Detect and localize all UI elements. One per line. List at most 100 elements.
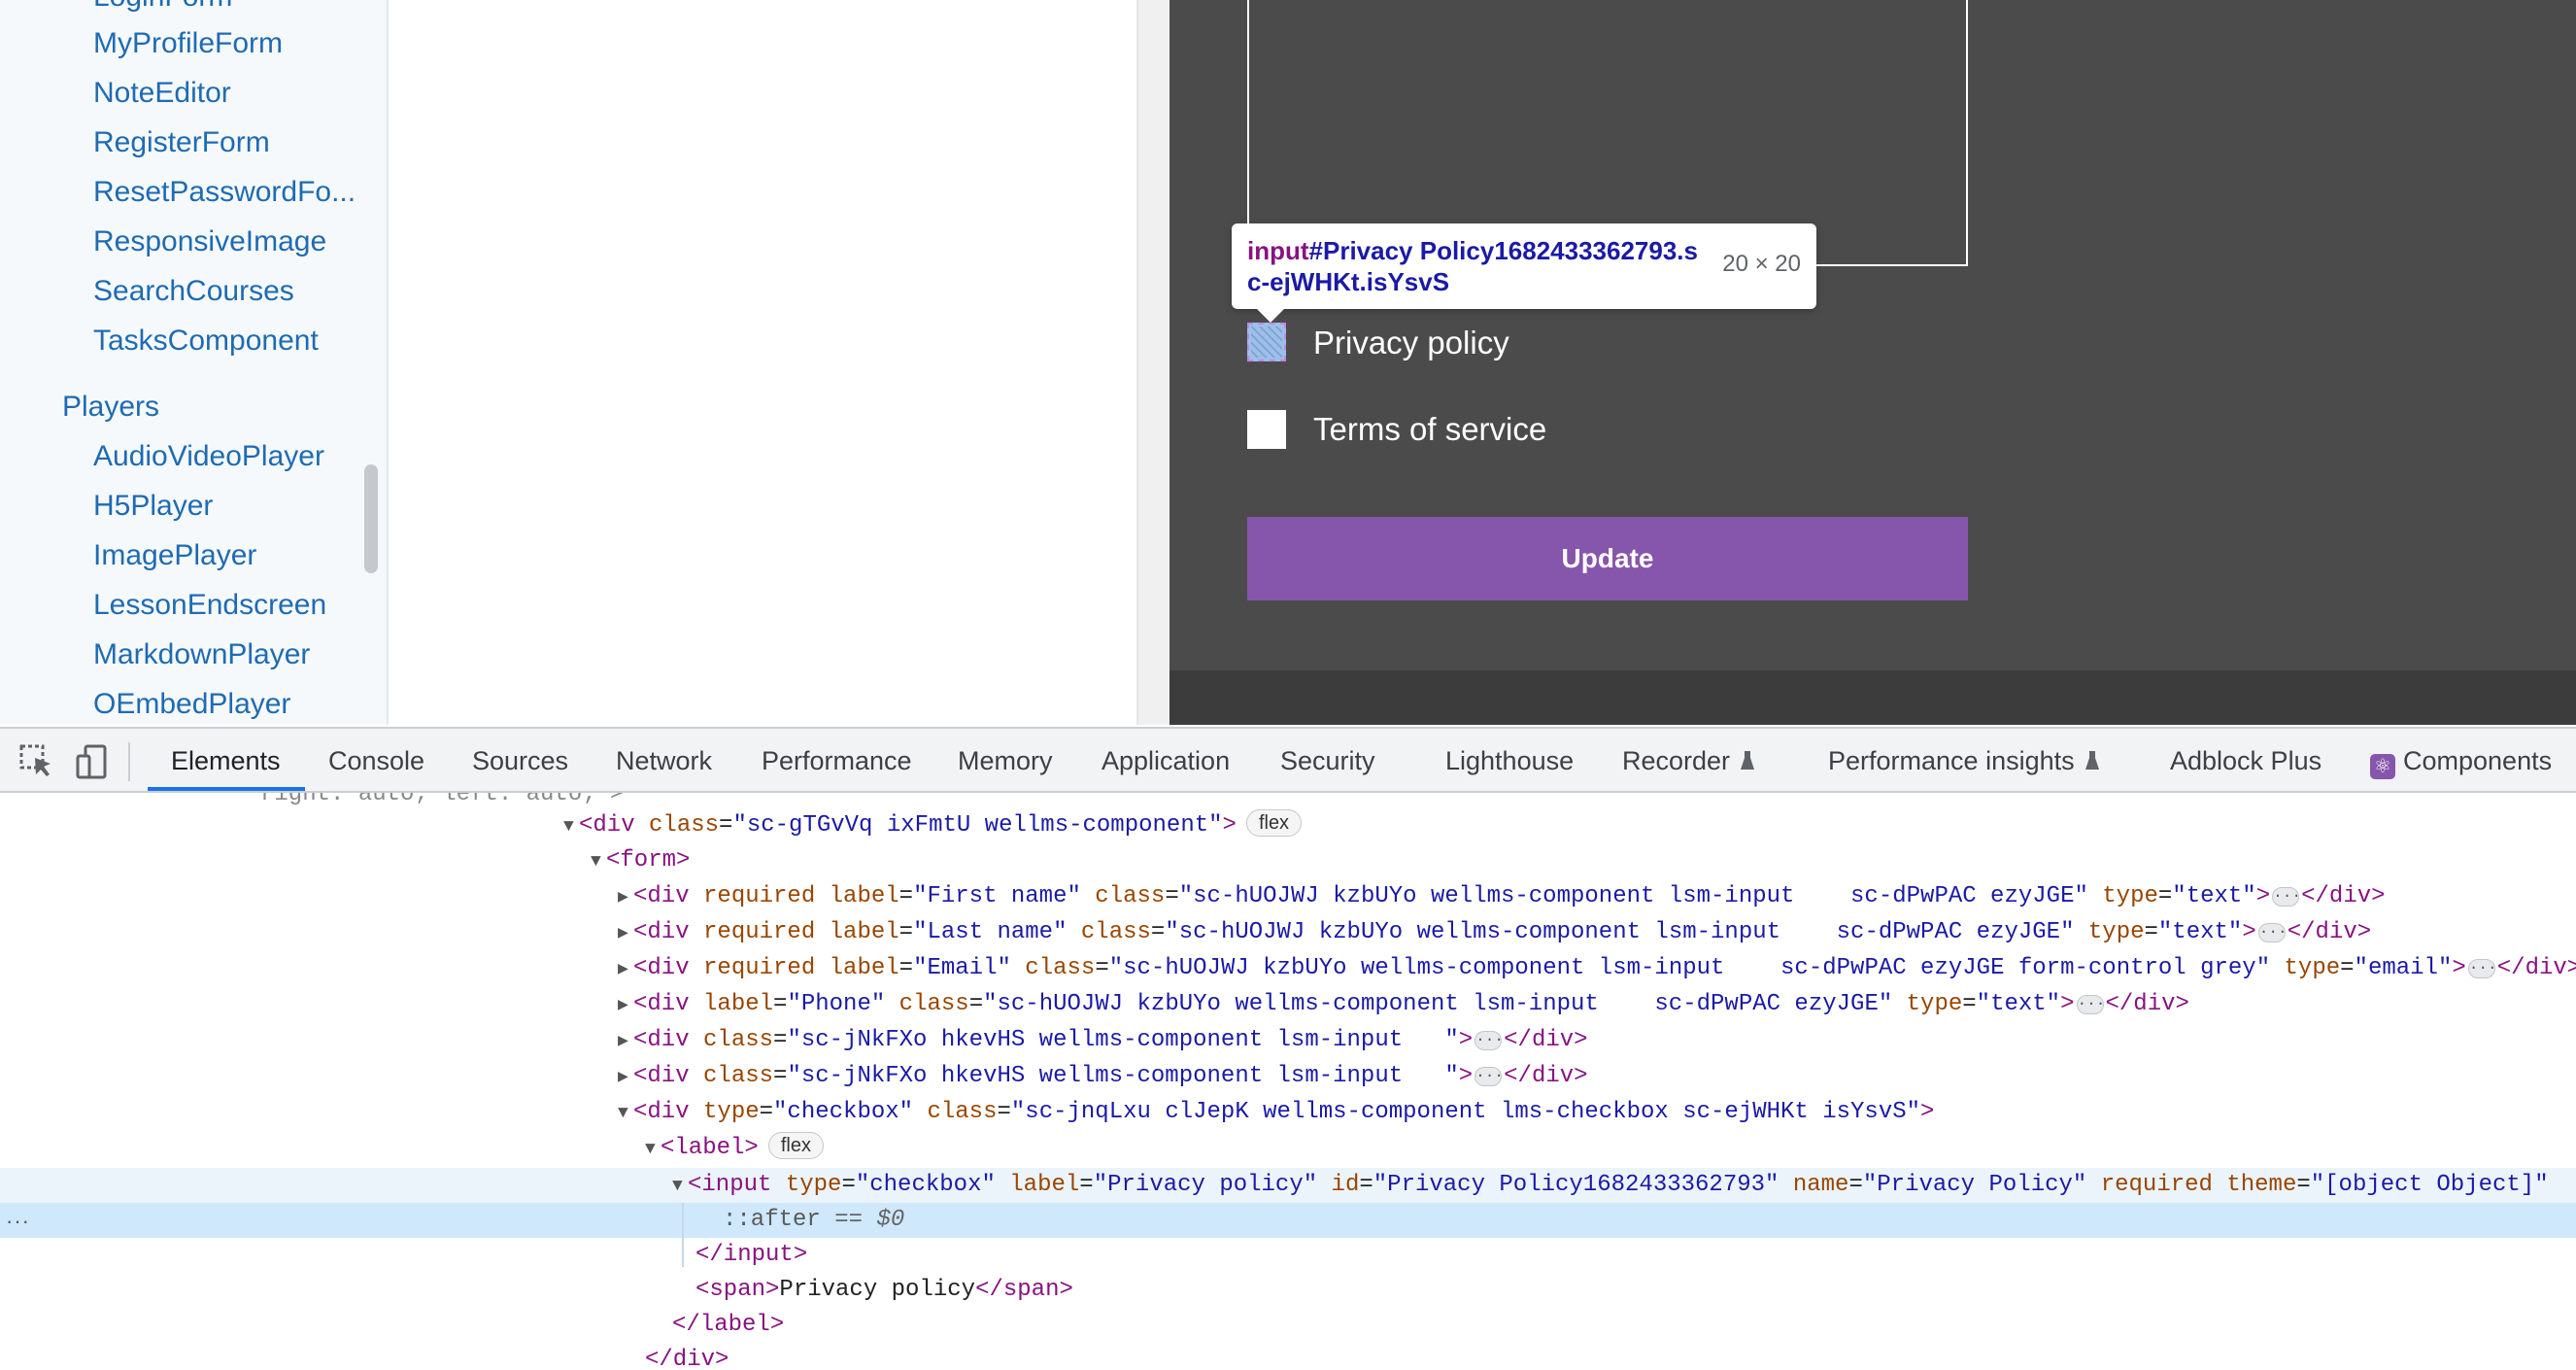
component-preview: Privacy policy Terms of service Update [1169, 0, 2576, 725]
expand-triangle-icon[interactable]: ▶ [618, 952, 633, 987]
dom-tree-node[interactable]: ▶ <div required label="First name" class=… [0, 879, 2576, 914]
tooltip-tag: input [1247, 236, 1309, 265]
expand-triangle-icon[interactable]: ▶ [618, 1060, 633, 1095]
dom-node-markup: ▶ <div required label="Email" class="sc-h… [618, 951, 2576, 987]
dom-node-markup: ::after == $0 [723, 1207, 905, 1233]
tab-lighthouse[interactable]: Lighthouse [1445, 746, 1574, 776]
sidebar-item-responsiveimage[interactable]: ResponsiveImage [93, 225, 326, 258]
collapse-triangle-icon[interactable]: ▼ [618, 1096, 633, 1131]
story-canvas [389, 0, 1136, 725]
tab-recorder[interactable]: Recorder [1622, 746, 1755, 776]
sidebar-group-players[interactable]: Players [62, 391, 159, 424]
preview-footer [1169, 670, 2576, 725]
sidebar-item-markdownplayer[interactable]: MarkdownPlayer [93, 638, 310, 671]
tab-performance-insights[interactable]: Performance insights [1828, 746, 2100, 776]
sidebar-scrollbar[interactable] [364, 464, 378, 573]
tooltip-selector: input#Privacy Policy1682433362793.sc-ejW… [1247, 235, 1704, 297]
tab-elements[interactable]: Elements [171, 746, 281, 776]
dom-tree-node[interactable]: ▶ <div class="sc-jNkFXo hkevHS wellms-com… [0, 1023, 2576, 1058]
expand-ellipsis[interactable]: ··· [2257, 923, 2288, 942]
sidebar-item-resetpasswordform[interactable]: ResetPasswordFo... [93, 176, 356, 209]
dom-node-markup: ▶ <div required label="First name" class=… [618, 879, 2386, 915]
dom-node-markup: </div> [645, 1347, 729, 1370]
tab-security[interactable]: Security [1280, 746, 1375, 776]
flex-badge[interactable]: flex [767, 1132, 824, 1159]
collapse-triangle-icon[interactable]: ▼ [563, 809, 579, 844]
selected-node-menu-icon[interactable]: ··· [6, 1209, 30, 1234]
dom-tree-node[interactable]: </label> [0, 1308, 2576, 1343]
dom-tree-node[interactable]: ▼ <div type="checkbox" class="sc-jnqLxu c… [0, 1095, 2576, 1130]
dom-node-markup: ▶ <div class="sc-jNkFXo hkevHS wellms-com… [618, 1059, 1588, 1095]
sidebar-item-registerform[interactable]: RegisterForm [93, 126, 270, 159]
tab-recorder-label: Recorder [1622, 746, 1731, 775]
toolbar-separator [128, 742, 130, 781]
dom-tree-node[interactable]: ▶ <div required label="Email" class="sc-h… [0, 951, 2576, 986]
dom-tree-node[interactable]: <span>Privacy policy</span> [0, 1273, 2576, 1308]
expand-ellipsis[interactable]: ··· [1474, 1067, 1504, 1086]
expand-ellipsis[interactable]: ··· [2272, 887, 2301, 907]
collapse-triangle-icon[interactable]: ▼ [645, 1132, 661, 1167]
sidebar-item-audiovideoplayer[interactable]: AudioVideoPlayer [93, 440, 324, 473]
dom-tree-node[interactable]: ▼ <input type="checkbox" label="Privacy p… [0, 1168, 2576, 1203]
tab-performance[interactable]: Performance [762, 746, 912, 776]
dom-tree-node[interactable]: ▶ <div class="sc-jNkFXo hkevHS wellms-com… [0, 1059, 2576, 1094]
tab-memory[interactable]: Memory [958, 746, 1053, 776]
active-tab-indicator [148, 787, 305, 791]
dom-tree-node[interactable]: </div> [0, 1343, 2576, 1370]
expand-triangle-icon[interactable]: ▶ [618, 988, 633, 1023]
sidebar-item-lessonendscreen[interactable]: LessonEndscreen [93, 589, 326, 622]
expand-triangle-icon[interactable]: ▶ [618, 880, 633, 915]
dom-tree-node[interactable]: </input> [0, 1238, 2576, 1273]
dom-node-markup: </input> [695, 1242, 808, 1268]
dom-tree-node[interactable]: ▶ <div label="Phone" class="sc-hUOJWJ kzb… [0, 987, 2576, 1022]
dom-tree-node[interactable]: ▶ <div required label="Last name" class="… [0, 915, 2576, 950]
update-button[interactable]: Update [1247, 517, 1968, 600]
tab-network[interactable]: Network [616, 746, 712, 776]
flex-badge[interactable]: flex [1245, 809, 1303, 837]
tab-components[interactable]: ⚛ Components [2370, 746, 2552, 779]
sidebar-item-loginform[interactable]: LoginForm [93, 0, 232, 14]
dom-tree-node[interactable]: ::after == $0 [0, 1203, 2576, 1238]
tab-performance-insights-label: Performance insights [1828, 746, 2075, 775]
dom-tree-node[interactable]: ▼ <form> [0, 843, 2576, 878]
dom-tree-node[interactable]: ▼ <label> flex [0, 1131, 2576, 1166]
devtools-toolbar: Elements Console Sources Network Perform… [0, 727, 2576, 793]
dom-node-markup: ▼ <div type="checkbox" class="sc-jnqLxu c… [618, 1095, 1934, 1131]
sidebar-item-oembedplayer[interactable]: OEmbedPlayer [93, 688, 290, 721]
terms-of-service-checkbox[interactable] [1247, 410, 1286, 449]
expand-ellipsis[interactable]: ··· [2076, 995, 2105, 1014]
expand-ellipsis[interactable]: ··· [2467, 959, 2497, 978]
tab-application[interactable]: Application [1102, 746, 1230, 776]
privacy-policy-checkbox[interactable] [1247, 323, 1286, 361]
sidebar-item-noteeditor[interactable]: NoteEditor [93, 77, 231, 110]
dom-node-markup: </label> [672, 1312, 785, 1338]
dom-node-markup: ▼ <form> [591, 843, 690, 879]
expand-triangle-icon[interactable]: ▶ [618, 1024, 633, 1059]
sidebar-item-h5player[interactable]: H5Player [93, 490, 213, 523]
tab-console[interactable]: Console [328, 746, 424, 776]
elements-dom-tree: right: auto; left: auto; > ▼ <div class="s… [0, 793, 2576, 1370]
tree-guide-line [682, 1203, 684, 1267]
dom-node-markup: ▼ <label> flex [645, 1131, 824, 1167]
expand-triangle-icon[interactable]: ▶ [618, 916, 633, 951]
tab-adblock-plus[interactable]: Adblock Plus [2170, 746, 2322, 776]
device-toolbar-icon[interactable] [74, 742, 113, 781]
collapse-triangle-icon[interactable]: ▼ [591, 844, 606, 879]
collapse-triangle-icon[interactable]: ▼ [672, 1169, 688, 1204]
experimental-flask-icon [2085, 751, 2099, 770]
privacy-policy-label: Privacy policy [1313, 325, 1509, 360]
tooltip-size: 20 × 20 [1722, 251, 1801, 277]
sidebar-item-taskscomponent[interactable]: TasksComponent [93, 325, 319, 358]
dom-tree-node[interactable]: ▼ <div class="sc-gTGvVq ixFmtU wellms-com… [0, 808, 2576, 843]
inspect-element-icon[interactable] [17, 742, 56, 781]
sidebar-item-imageplayer[interactable]: ImagePlayer [93, 539, 256, 572]
tab-sources[interactable]: Sources [472, 746, 568, 776]
canvas-divider[interactable] [1136, 0, 1169, 725]
sidebar-item-searchcourses[interactable]: SearchCourses [93, 275, 294, 308]
dom-node-markup: ▼ <input type="checkbox" label="Privacy p… [672, 1168, 2549, 1204]
expand-ellipsis[interactable]: ··· [1474, 1031, 1504, 1050]
dom-node-markup: <span>Privacy policy</span> [695, 1277, 1073, 1303]
sidebar-item-myprofileform[interactable]: MyProfileForm [93, 27, 283, 60]
dom-node-markup: ▶ <div class="sc-jNkFXo hkevHS wellms-com… [618, 1023, 1588, 1059]
tooltip-selector-text: #Privacy Policy1682433362793.sc-ejWHKt.i… [1247, 236, 1698, 296]
